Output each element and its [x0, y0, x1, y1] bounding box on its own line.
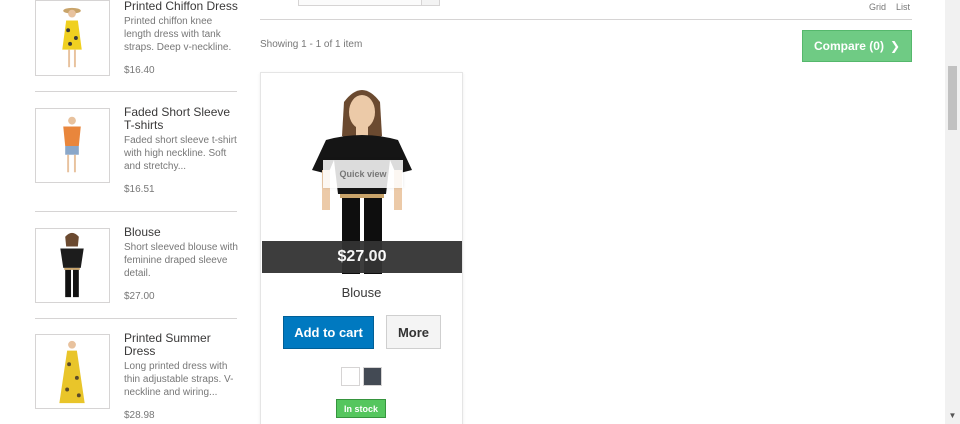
scroll-down-arrow-icon[interactable]: ▼ [948, 412, 957, 420]
compare-label: Compare (0) [813, 39, 884, 53]
page-scrollbar[interactable]: ▼ [945, 0, 960, 424]
dropdown-arrow-icon [421, 0, 439, 5]
product-description: Short sleeved blouse with feminine drape… [124, 242, 238, 279]
product-price: $16.40 [124, 65, 155, 76]
color-swatch-dark[interactable] [363, 367, 382, 386]
product-thumbnail[interactable] [35, 228, 110, 303]
product-name-link[interactable]: Printed Chiffon Dress [124, 0, 238, 13]
model-yellow-dress-image [36, 1, 109, 75]
model-summer-dress-image [36, 335, 109, 408]
product-name-link[interactable]: Blouse [124, 226, 238, 239]
divider [35, 91, 237, 92]
view-list-button[interactable]: List [896, 2, 910, 12]
product-description: Faded short sleeve t-shirt with high nec… [124, 135, 237, 172]
product-info: Faded Short Sleeve T-shirts Faded short … [124, 106, 238, 173]
model-tshirt-image [36, 109, 109, 182]
model-blouse-image [36, 229, 109, 302]
sort-select[interactable] [298, 0, 440, 6]
product-thumbnail[interactable] [35, 108, 110, 183]
product-name-link[interactable]: Blouse [261, 285, 462, 300]
product-description: Long printed dress with thin adjustable … [124, 361, 234, 398]
product-name-link[interactable]: Faded Short Sleeve T-shirts [124, 106, 238, 132]
view-grid-button[interactable]: Grid [869, 2, 886, 12]
product-description: Printed chiffon knee length dress with t… [124, 16, 232, 53]
toolbar-divider [260, 19, 912, 20]
product-info: Blouse Short sleeved blouse with feminin… [124, 226, 238, 280]
product-info: Printed Summer Dress Long printed dress … [124, 332, 238, 399]
color-swatch-white[interactable] [341, 367, 360, 386]
quick-view-button[interactable]: Quick view [323, 160, 403, 188]
product-price: $16.51 [124, 184, 155, 195]
chevron-right-icon: ❯ [889, 39, 901, 53]
product-price: $28.98 [124, 410, 155, 421]
add-to-cart-button[interactable]: Add to cart [283, 316, 374, 349]
product-price: $27.00 [262, 241, 462, 273]
scrollbar-thumb[interactable] [948, 66, 957, 130]
divider [35, 211, 237, 212]
product-thumbnail[interactable] [35, 0, 110, 76]
more-button[interactable]: More [386, 315, 441, 349]
product-thumbnail[interactable] [35, 334, 110, 409]
result-count: Showing 1 - 1 of 1 item [260, 39, 363, 50]
product-name-link[interactable]: Printed Summer Dress [124, 332, 238, 358]
product-price: $27.00 [124, 291, 155, 302]
divider [35, 318, 237, 319]
compare-button[interactable]: Compare (0) ❯ [802, 30, 912, 62]
product-card: Quick view $27.00 Blouse Add to cart Mor… [260, 72, 463, 424]
availability-badge: In stock [336, 399, 386, 418]
product-info: Printed Chiffon Dress Printed chiffon kn… [124, 0, 238, 54]
